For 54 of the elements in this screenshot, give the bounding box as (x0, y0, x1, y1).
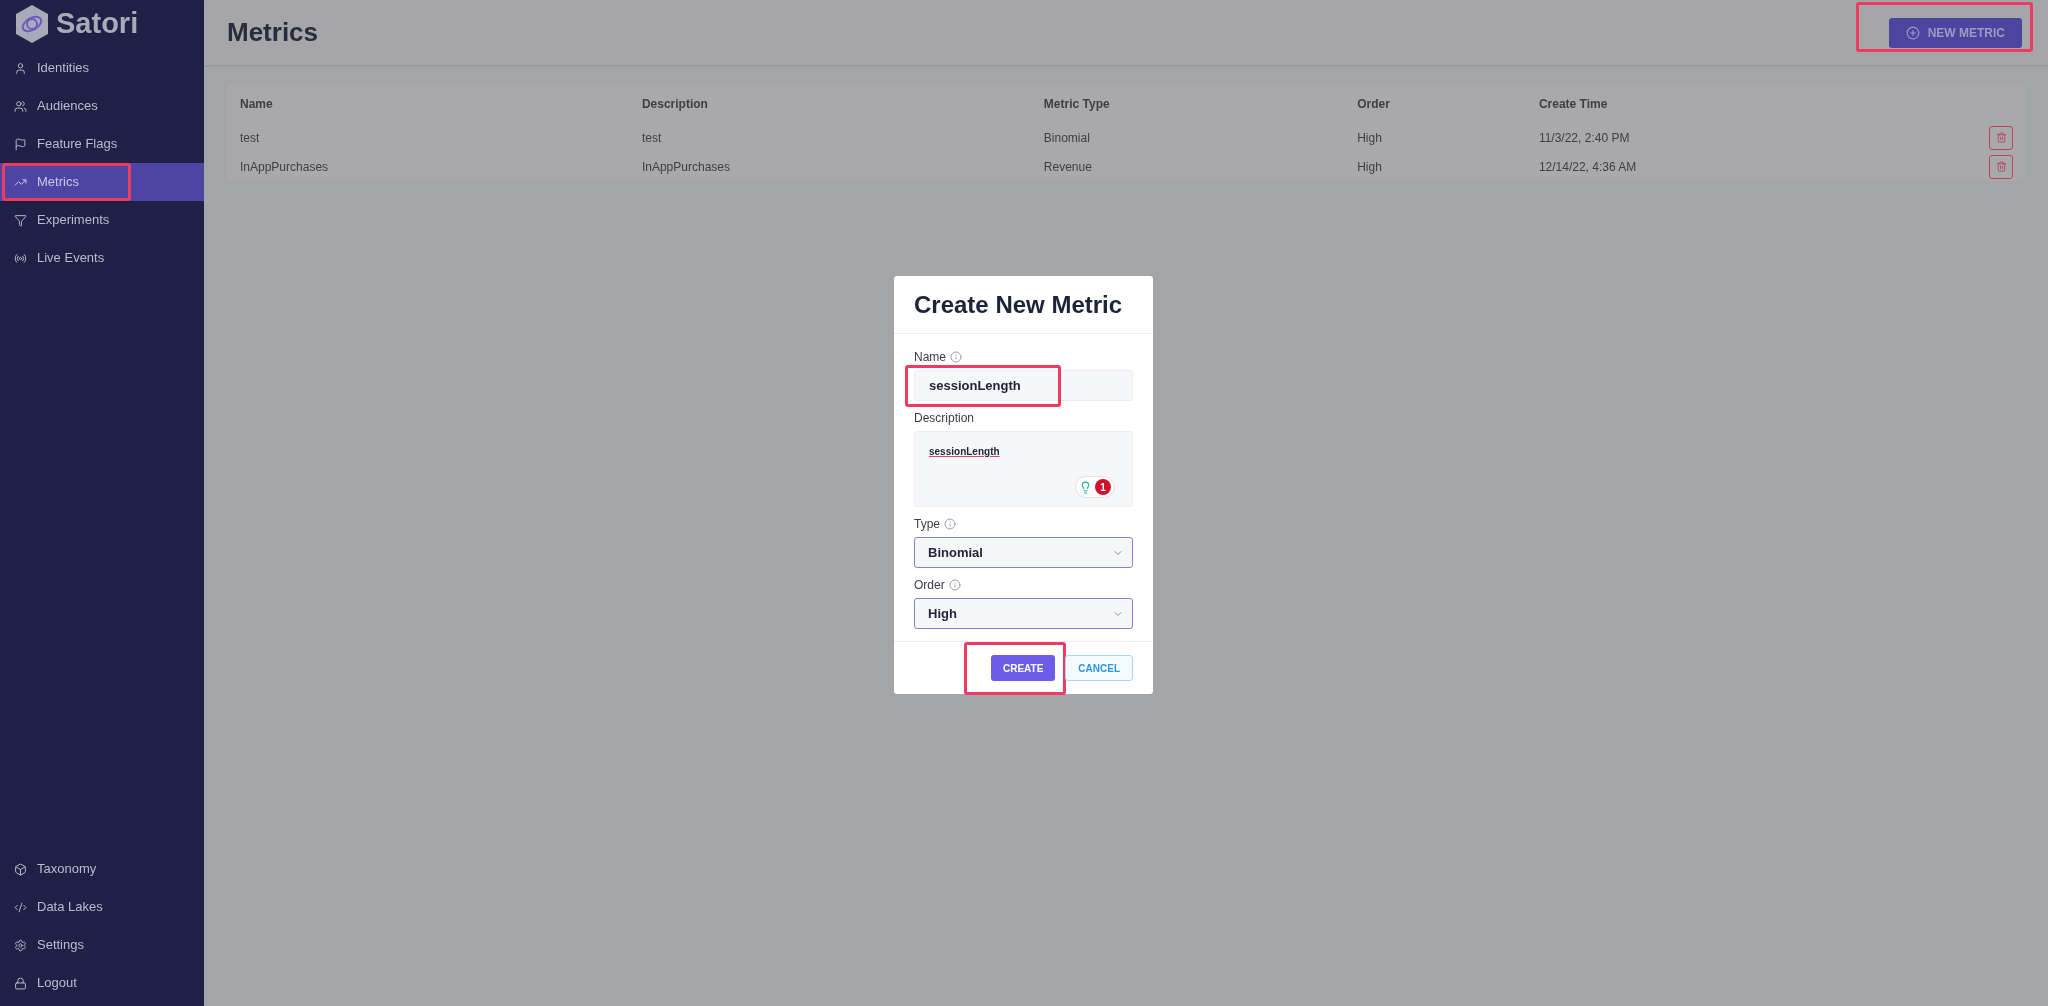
delete-button[interactable] (1989, 125, 2013, 150)
field-label: Type (914, 516, 940, 533)
select-field[interactable]: High (914, 598, 1133, 629)
table-cell-text: 11/3/22, 2:40 PM (1537, 129, 1631, 147)
field-label: Description (914, 410, 975, 427)
table-cell-text: High (1356, 129, 1383, 147)
table-cell-text: 12/14/22, 4:36 AM (1537, 158, 1638, 176)
sidebar-item[interactable]: Feature Flags (0, 125, 204, 163)
column-header: Order (1356, 96, 1391, 113)
delete-button[interactable] (1989, 154, 2013, 179)
lock-icon (14, 976, 27, 990)
lightbulb-icon (1079, 480, 1092, 494)
users-icon (14, 99, 27, 113)
field-label: Order (914, 577, 945, 594)
broadcast-icon (14, 251, 27, 265)
flag-icon (14, 137, 27, 151)
table-cell-text: InAppPurchases (640, 158, 731, 176)
sidebar-item[interactable]: Live Events (0, 239, 204, 277)
description-text: sessionLength (929, 446, 1000, 457)
column-header: Name (239, 96, 274, 113)
suggestion-count: 1 (1095, 479, 1111, 495)
column-header: Metric Type (1042, 96, 1111, 113)
sidebar-item[interactable]: Settings (0, 926, 204, 964)
brand-name: Satori (56, 6, 139, 42)
plus-circle-icon (1905, 25, 1920, 40)
cube-icon (14, 862, 27, 876)
page-title: Metrics (227, 16, 319, 49)
table-cell-text: InAppPurchases (239, 158, 330, 176)
description-textarea[interactable]: sessionLength 1 (914, 431, 1133, 507)
sidebar-item[interactable]: Experiments (0, 201, 204, 239)
sidebar-item[interactable]: Data Lakes (0, 888, 204, 926)
trash-icon (1995, 161, 2007, 172)
settings-icon (14, 938, 27, 952)
sidebar-item[interactable]: Taxonomy (0, 850, 204, 888)
table-cell-text: Revenue (1042, 158, 1093, 176)
sidebar-item[interactable]: Identities (0, 49, 204, 87)
user-icon (14, 61, 27, 75)
trash-icon (1995, 132, 2007, 143)
sidebar-item[interactable]: Logout (0, 964, 204, 1002)
table-cell-text: test (640, 129, 663, 147)
column-header: Description (640, 96, 709, 113)
column-header: Create Time (1537, 96, 1609, 113)
select-field[interactable]: Binomial (914, 537, 1133, 568)
dialog-title: Create New Metric (914, 289, 1123, 320)
funnel-icon (14, 213, 27, 227)
code-brackets-icon (14, 900, 27, 914)
table-cell-text: High (1356, 158, 1383, 176)
table-cell-text: test (239, 129, 261, 147)
sidebar-item[interactable]: Audiences (0, 87, 204, 125)
logo-icon (14, 4, 50, 44)
table-cell-text: Binomial (1042, 129, 1091, 147)
create-button[interactable]: CREATE (990, 655, 1056, 682)
field-label: Name (914, 349, 946, 366)
name-input[interactable]: sessionLength (914, 370, 1133, 401)
